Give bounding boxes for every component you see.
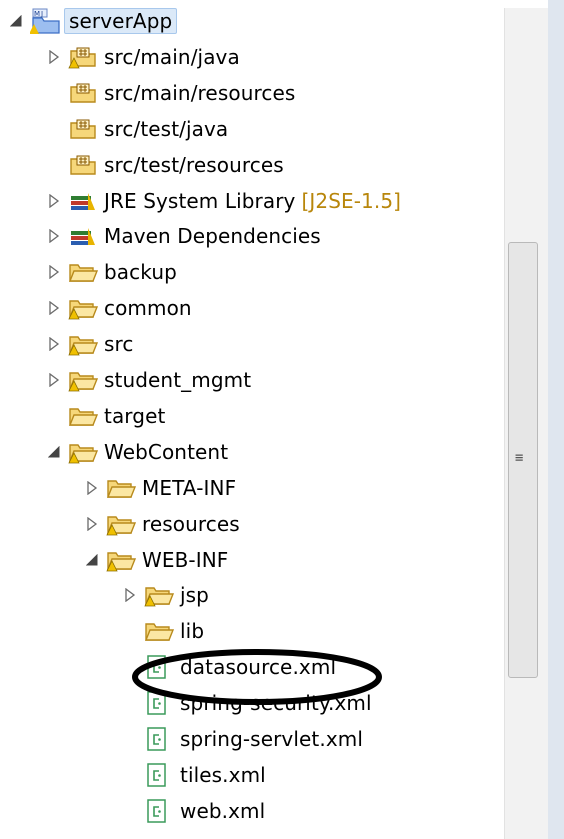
expand-arrow-icon[interactable] [84,514,100,534]
tree-node[interactable]: spring-servlet.xml [122,722,363,756]
tree-node[interactable]: Maven Dependencies [46,219,321,253]
tree-node-label: spring-servlet.xml [180,727,364,751]
tree-node[interactable]: src/test/java [46,112,228,146]
tree-node[interactable]: WebContent [46,435,228,469]
folder-warning-icon [68,329,102,359]
folder-icon [68,401,102,431]
collapse-arrow-icon[interactable] [46,442,62,462]
tree-node-label: src [104,332,134,357]
editor-edge [548,0,564,839]
project-explorer-tree: M JserverApp src/main/java src/main/resourc… [0,0,500,839]
folder-icon [144,616,178,646]
tree-node-label: src/main/resources [104,80,296,105]
tree-node[interactable]: lib [122,614,204,648]
tree-node[interactable]: src/test/resources [46,148,284,182]
expand-arrow-icon[interactable] [46,334,62,354]
source-folder-icon [68,78,102,108]
tree-node[interactable]: jsp [122,578,209,612]
collapse-arrow-icon[interactable] [84,550,100,570]
expand-arrow-icon[interactable] [46,370,62,390]
scrollbar-grip-icon: ≡ [515,450,524,466]
folder-warning-icon [106,545,140,575]
tree-node[interactable]: web.xml [122,794,265,828]
expand-arrow-icon[interactable] [46,298,62,318]
tree-node[interactable]: spring-security.xml [122,686,372,720]
svg-text:J: J [40,10,43,18]
folder-warning-icon [68,293,102,323]
tree-node[interactable]: tiles.xml [122,758,266,792]
expand-arrow-icon[interactable] [46,262,62,282]
tree-node-label: datasource.xml [180,655,337,680]
folder-warning-icon [68,365,102,395]
library-icon [68,221,102,251]
tree-node-label: src/test/resources [104,152,284,177]
folder-icon [68,257,102,287]
collapse-arrow-icon[interactable] [8,11,24,31]
tree-node-label: common [104,296,192,321]
tree-node-label: serverApp [64,8,178,34]
expand-arrow-icon[interactable] [84,478,100,498]
tree-node-label: spring-security.xml [180,691,372,716]
tree-node[interactable]: src [46,327,134,361]
folder-icon [106,473,140,503]
expand-arrow-icon[interactable] [122,585,138,605]
tree-node[interactable]: WEB-INF [84,543,228,577]
tree-node-label: backup [104,260,177,285]
tree-node-label: lib [180,619,205,644]
tree-node[interactable]: src/main/resources [46,76,295,110]
source-folder-icon [68,114,102,144]
expand-arrow-icon[interactable] [46,47,62,67]
tree-node-label: src/main/java [104,44,240,69]
xml-file-icon [144,652,178,682]
tree-node-label: jsp [180,583,209,608]
folder-warning-icon [106,509,140,539]
folder-warning-icon [144,580,178,610]
svg-text:M: M [34,10,40,18]
tree-node-label: web.xml [180,798,266,823]
tree-node[interactable]: common [46,291,192,325]
tree-node[interactable]: resources [84,507,240,541]
xml-file-icon [144,688,178,718]
tree-node-label: JRE System Library [104,188,296,213]
tree-node-label: target [104,403,166,428]
tree-node-label: src/test/java [104,116,229,141]
library-icon [68,186,102,216]
xml-file-icon [144,724,178,754]
tree-node[interactable]: M JserverApp [8,4,178,38]
tree-node[interactable]: META-INF [84,471,236,505]
folder-warning-icon [68,437,102,467]
tree-node-decoration: [J2SE-1.5] [301,188,402,213]
tree-node[interactable]: src/main/java [46,40,240,74]
tree-node[interactable]: target [46,399,165,433]
tree-node-label: WEB-INF [142,547,229,572]
tree-node[interactable]: student_mgmt [46,363,251,397]
project-icon: MJ [30,6,64,36]
source-folder-warning-icon [68,42,102,72]
tree-node-label: tiles.xml [180,762,266,787]
tree-node-label: resources [142,511,240,536]
xml-file-icon [144,796,178,826]
tree-node[interactable]: datasource.xml [122,650,336,684]
tree-node-label: META-INF [142,475,237,500]
xml-file-icon [144,760,178,790]
tree-node-label: WebContent [104,439,229,464]
expand-arrow-icon[interactable] [46,226,62,246]
source-folder-icon [68,150,102,180]
tree-node[interactable]: backup [46,255,177,289]
tree-node[interactable]: JRE System Library [J2SE-1.5] [46,184,401,218]
expand-arrow-icon[interactable] [46,191,62,211]
tree-node-label: Maven Dependencies [104,224,321,249]
tree-node-label: student_mgmt [104,368,252,392]
